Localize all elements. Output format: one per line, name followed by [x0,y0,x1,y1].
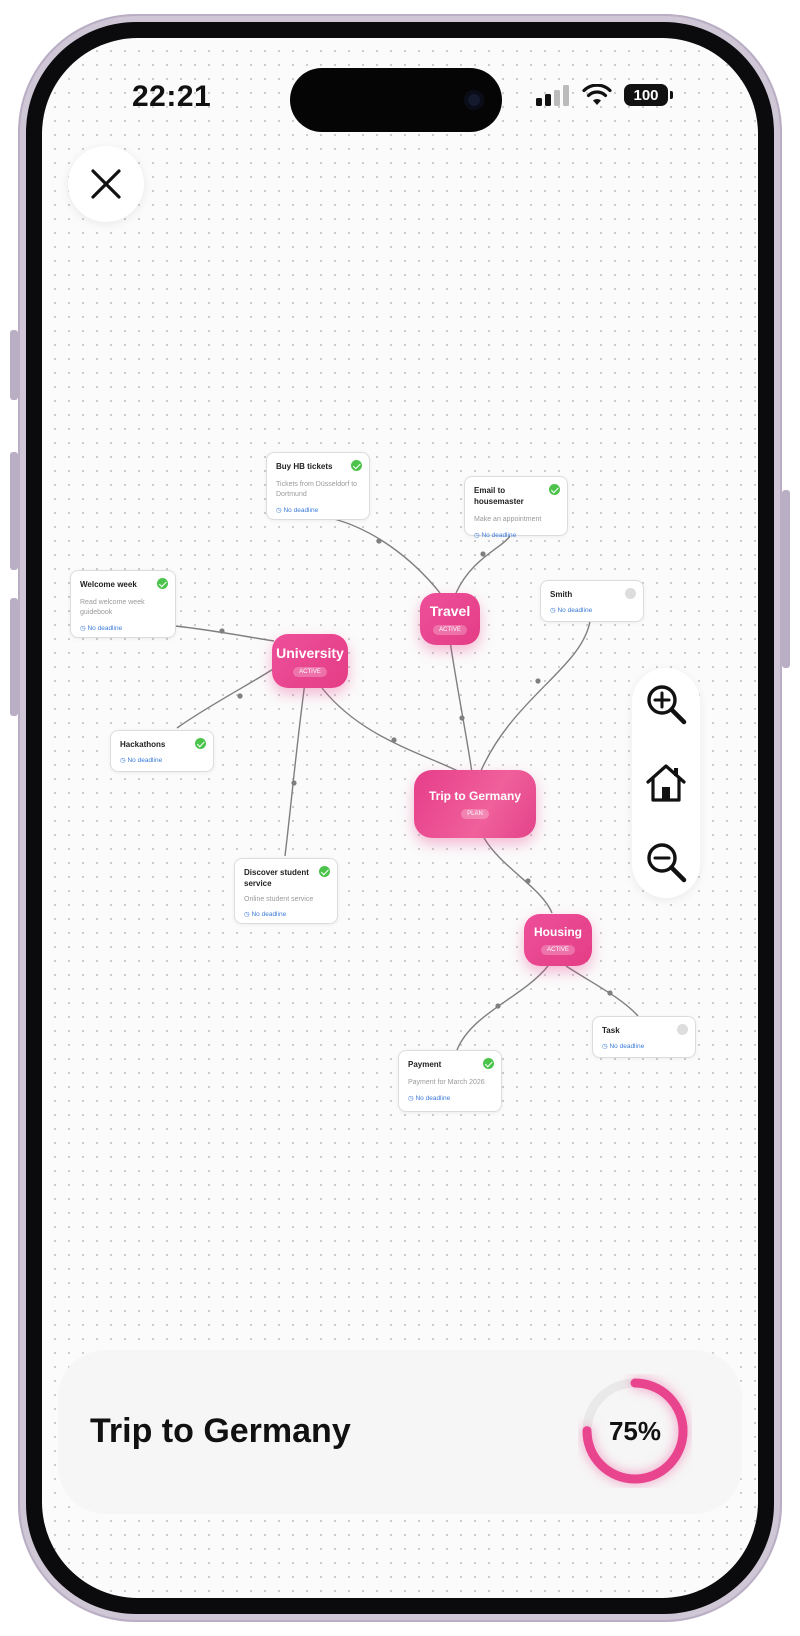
home-icon [646,764,686,802]
node-title: Trip to Germany [428,789,522,803]
edge-marker [237,693,243,699]
edge-marker [480,551,486,557]
edge-marker [535,678,541,684]
task-card-description: Online student service [244,896,314,903]
edge-marker [376,538,382,544]
completed-check-icon [195,738,206,749]
task-card-task[interactable]: Task ◷ No deadline [592,1016,696,1058]
task-card-deadline: ◷ No deadline [550,607,593,614]
volume-down-button [10,598,18,716]
edge-marker [459,715,465,721]
task-card-description: Make an appointment [474,516,542,523]
task-card-deadline: ◷ No deadline [80,625,123,632]
zoom-out-button[interactable] [642,838,690,886]
deadline-text: No deadline [283,507,319,514]
task-card-payment[interactable]: Payment Payment for March 2026 ◷ No dead… [398,1050,502,1112]
node-badge: ACTIVE [541,945,575,955]
node-title: University [276,645,344,661]
task-card-description: Payment for March 2026 [408,1079,485,1086]
node-title: Housing [534,925,582,939]
edge-university-welcome [174,625,275,642]
volume-up-button [10,452,18,570]
progress-label: 75% [608,1415,662,1446]
task-card-description: Tickets from Düsseldorf to Dortmund [276,481,358,498]
deadline-text: No deadline [87,625,123,632]
task-card-welcome-week[interactable]: Welcome week Read welcome week guidebook… [70,570,176,638]
task-card-title: Task [602,1026,620,1035]
task-card-discover-student-service[interactable]: Discover student service Online student … [234,858,338,924]
task-card-deadline: ◷ No deadline [276,507,319,514]
node-badge: ACTIVE [293,667,327,677]
completed-check-icon [319,866,330,877]
power-button [782,490,790,668]
edge-marker [391,737,397,743]
node-title: Travel [429,603,471,619]
deadline-text: No deadline [251,911,287,918]
zoom-out-icon [647,843,687,883]
edge-marker [607,990,613,996]
edge-travel-tickets [329,517,441,594]
task-card-hackathons[interactable]: Hackathons ◷ No deadline [110,730,214,772]
deadline-text: No deadline [557,607,593,614]
edge-housing-payment [456,965,549,1051]
task-card-title: Welcome week [80,580,137,589]
pending-status-icon [625,588,636,599]
edge-marker [525,878,531,884]
task-card-title: Discover student service [244,868,309,888]
node-housing[interactable]: Housing ACTIVE [524,914,592,966]
action-button [10,330,18,400]
pending-status-icon [677,1024,688,1035]
deadline-text: No deadline [127,757,163,764]
plan-title: Trip to Germany [90,1412,351,1450]
completed-check-icon [483,1058,494,1069]
completed-check-icon [157,578,168,589]
task-card-deadline: ◷ No deadline [602,1043,645,1050]
node-badge: ACTIVE [433,625,467,635]
edge-trip-housing [483,837,553,914]
zoom-in-icon [647,685,687,725]
edge-trip-smith [479,620,591,774]
deadline-text: No deadline [609,1043,645,1050]
node-travel[interactable]: Travel ACTIVE [420,593,480,645]
completed-check-icon [351,460,362,471]
edge-travel-email [455,535,511,594]
task-card-deadline: ◷ No deadline [120,757,163,764]
task-card-deadline: ◷ No deadline [408,1095,451,1102]
task-card-smith[interactable]: Smith ◷ No deadline [540,580,644,622]
edge-marker [219,628,225,634]
deadline-text: No deadline [415,1095,451,1102]
task-card-deadline: ◷ No deadline [244,911,287,918]
deadline-text: No deadline [481,532,517,539]
edge-university-hackathons [176,659,288,729]
edge-trip-university [321,687,463,774]
task-card-buy-tickets[interactable]: Buy HB tickets Tickets from Düsseldorf t… [266,452,370,520]
node-trip-to-germany[interactable]: Trip to Germany PLAN [414,770,536,838]
task-card-email[interactable]: Email to housemaster Make an appointment… [464,476,568,539]
zoom-in-button[interactable] [642,680,690,728]
completed-check-icon [549,484,560,495]
home-button[interactable] [642,759,690,807]
task-card-title: Smith [550,590,573,599]
node-university[interactable]: University ACTIVE [272,634,348,688]
bottom-summary-card[interactable]: Trip to Germany 75% [58,1350,742,1514]
progress-ring: 75% [578,1374,692,1488]
task-card-description: Read welcome week guidebook [80,599,145,616]
screen: 22:21 100 Buy HB tickets Tickets from Dü… [42,38,758,1598]
edge-trip-travel [449,640,473,774]
task-card-title: Payment [408,1060,442,1069]
edge-marker [495,1003,501,1009]
task-card-title: Buy HB tickets [276,462,333,471]
task-card-deadline: ◷ No deadline [474,532,517,539]
edge-housing-task [565,965,639,1017]
edge-marker [291,780,297,786]
edge-university-discover [284,659,309,857]
node-badge: PLAN [461,809,489,819]
task-card-title: Email to housemaster [474,486,524,506]
zoom-controls [632,668,700,898]
task-card-title: Hackathons [120,740,166,749]
